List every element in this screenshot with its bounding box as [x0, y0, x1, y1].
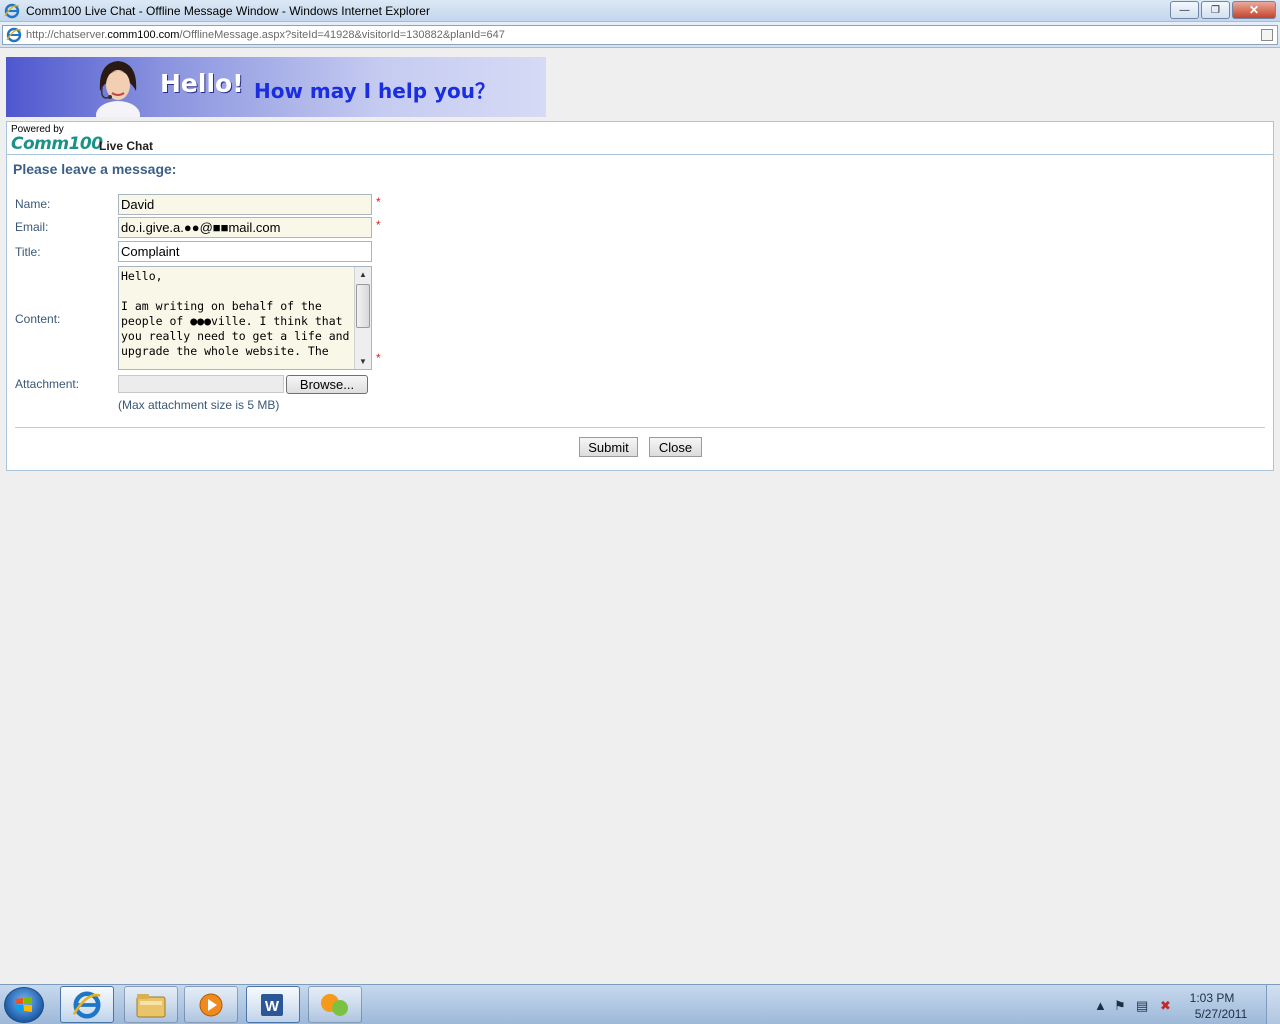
window-title: Comm100 Live Chat - Offline Message Wind…	[26, 3, 430, 18]
taskbar-windows-explorer[interactable]	[124, 986, 178, 1023]
minimize-button[interactable]: —	[1170, 1, 1199, 19]
email-input[interactable]: do.i.give.a.●●@■■mail.com	[118, 217, 372, 238]
clock-time[interactable]: 1:03 PM	[1177, 991, 1247, 1005]
restore-button[interactable]: ❐	[1201, 1, 1230, 19]
taskbar-internet-explorer[interactable]	[60, 986, 114, 1023]
show-desktop-button[interactable]	[1266, 985, 1280, 1024]
internet-explorer-icon	[72, 991, 101, 1018]
name-input[interactable]: David	[118, 194, 372, 215]
email-required-mark: *	[376, 218, 381, 232]
compatibility-view-icon[interactable]	[1261, 29, 1273, 41]
word-icon: W	[261, 993, 283, 1016]
taskbar-microsoft-word[interactable]: W	[246, 986, 300, 1023]
svg-text:W: W	[265, 998, 280, 1015]
volume-muted-icon[interactable]: ✖	[1160, 998, 1171, 1014]
taskbar-join-me[interactable]	[308, 986, 362, 1023]
title-label: Title:	[15, 245, 41, 259]
browse-button[interactable]: Browse...	[286, 375, 368, 394]
close-button[interactable]: Close	[649, 437, 702, 457]
system-tray: ▲ ⚑ ▤ ✖ 1:03 PM 5/27/2011	[1090, 985, 1280, 1024]
banner-hello-text: Hello!	[160, 69, 244, 98]
support-agent-image	[96, 61, 140, 117]
content-text: Hello, I am writing on behalf of the peo…	[121, 269, 350, 358]
welcome-banner: Hello! How may I help you？	[6, 57, 546, 117]
attachment-label: Attachment:	[15, 377, 80, 391]
form-heading: Please leave a message:	[13, 161, 177, 177]
comm100-logo[interactable]: Comm100	[11, 134, 103, 154]
content-textarea[interactable]: Hello, I am writing on behalf of the peo…	[118, 266, 372, 370]
banner-help-text: How may I help you？	[254, 79, 495, 103]
window-titlebar: Comm100 Live Chat - Offline Message Wind…	[0, 0, 1280, 22]
taskbar-media-player[interactable]	[184, 986, 238, 1023]
title-input[interactable]: Complaint	[118, 241, 372, 262]
form-divider	[15, 427, 1265, 428]
name-required-mark: *	[376, 195, 381, 209]
email-label: Email:	[15, 220, 49, 234]
network-icon[interactable]: ▤	[1136, 998, 1148, 1014]
max-attachment-note: (Max attachment size is 5 MB)	[118, 398, 280, 412]
folder-icon	[136, 993, 166, 1017]
window-controls: — ❐ ✕	[1170, 1, 1276, 19]
offline-message-panel: Powered by Comm100 Live Chat Please leav…	[6, 121, 1274, 471]
internet-explorer-icon	[4, 3, 20, 18]
live-chat-label: Live Chat	[99, 139, 154, 153]
taskbar: W ▲ ⚑ ▤ ✖ 1:03 PM 5/27/2011	[0, 984, 1280, 1024]
start-button[interactable]	[4, 987, 44, 1023]
join-me-icon	[321, 993, 348, 1016]
content-required-mark: *	[376, 351, 381, 365]
scroll-down-arrow-icon[interactable]: ▼	[355, 354, 371, 369]
windows-logo-icon	[16, 997, 32, 1012]
media-player-icon	[199, 993, 223, 1016]
address-bar: http://chatserver.comm100.com/OfflineMes…	[0, 22, 1280, 48]
clock-date[interactable]: 5/27/2011	[1186, 1007, 1256, 1021]
scroll-up-arrow-icon[interactable]: ▲	[355, 267, 371, 282]
powered-by-bar: Powered by Comm100 Live Chat	[7, 122, 1273, 155]
name-label: Name:	[15, 197, 51, 211]
page-icon	[6, 27, 22, 43]
scroll-thumb[interactable]	[356, 284, 370, 328]
submit-button[interactable]: Submit	[579, 437, 638, 457]
address-url: http://chatserver.comm100.com/OfflineMes…	[26, 29, 505, 41]
action-center-flag-icon[interactable]: ⚑	[1114, 998, 1126, 1014]
address-field[interactable]: http://chatserver.comm100.com/OfflineMes…	[2, 25, 1278, 45]
attachment-path-field[interactable]	[118, 375, 284, 393]
close-window-button[interactable]: ✕	[1232, 1, 1276, 19]
content-scrollbar[interactable]: ▲ ▼	[354, 267, 371, 369]
show-hidden-icons-icon[interactable]: ▲	[1094, 998, 1107, 1013]
content-label: Content:	[15, 312, 61, 326]
